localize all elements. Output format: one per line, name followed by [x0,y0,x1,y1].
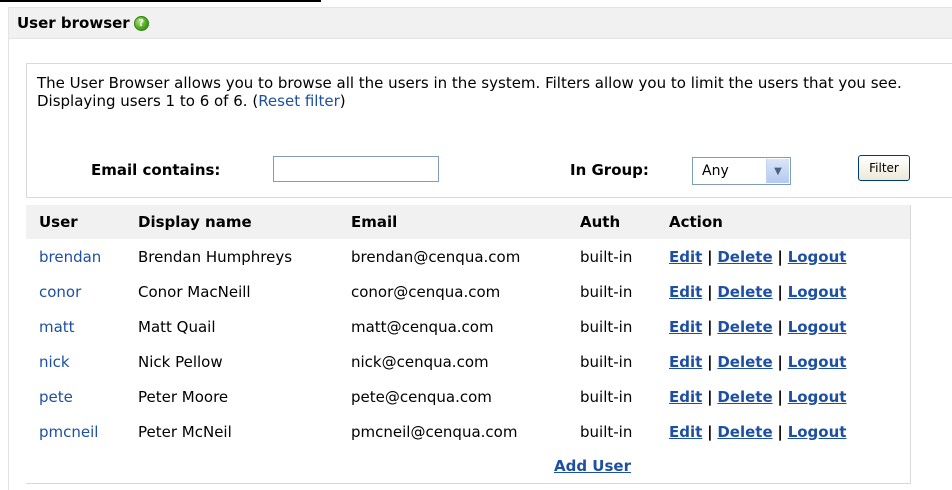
top-rule [0,0,321,2]
auth-cell: built-in [580,317,633,336]
user-link[interactable]: matt [39,318,75,336]
group-select-value: Any [702,163,729,179]
action-separator: | [707,352,713,371]
user-link[interactable]: conor [39,283,81,301]
column-header-action: Action [656,205,910,239]
action-separator: | [777,422,783,441]
chevron-down-icon[interactable]: ▼ [766,159,789,183]
user-link[interactable]: pmcneil [39,423,98,441]
displaying-count: Displaying users 1 to 6 of 6. [37,92,248,110]
table-row: pmcneil Peter McNeil pmcneil@cenqua.com … [26,414,910,449]
description-text: The User Browser allows you to browse al… [37,74,902,92]
users-table-panel: User Display name Email Auth Action bren… [26,205,911,484]
action-cell: Edit | Delete | Logout [656,239,910,274]
edit-link[interactable]: Edit [669,318,702,336]
logout-link[interactable]: Logout [788,283,847,301]
action-separator: | [777,317,783,336]
logout-link[interactable]: Logout [788,423,847,441]
auth-cell: built-in [580,282,633,301]
action-separator: | [777,387,783,406]
table-row: brendan Brendan Humphreys brendan@cenqua… [26,239,910,274]
column-header-display-name: Display name [125,205,338,239]
action-separator: | [707,422,713,441]
action-cell: Edit | Delete | Logout [656,274,910,309]
email-filter-input[interactable] [273,156,439,182]
logout-link[interactable]: Logout [788,353,847,371]
display-name-cell: Conor MacNeill [138,282,251,301]
action-separator: | [777,282,783,301]
displaying-status: Displaying users 1 to 6 of 6. (Reset fil… [37,92,952,110]
users-table: User Display name Email Auth Action bren… [26,205,910,449]
panel-header: User browser ? [9,8,952,39]
auth-cell: built-in [580,247,633,266]
user-browser-panel: User browser ? The User Browser allows y… [8,7,952,490]
email-filter-label: Email contains: [91,161,221,179]
display-name-cell: Matt Quail [138,317,216,336]
edit-link[interactable]: Edit [669,283,702,301]
action-cell: Edit | Delete | Logout [656,309,910,344]
edit-link[interactable]: Edit [669,353,702,371]
column-header-auth: Auth [567,205,656,239]
column-header-email: Email [338,205,567,239]
add-user-link[interactable]: Add User [554,457,631,475]
user-link[interactable]: nick [39,353,70,371]
group-select[interactable]: Any ▼ [692,157,791,185]
page-title: User browser [17,14,130,32]
email-cell: conor@cenqua.com [351,282,501,301]
reset-close-paren: ) [339,92,346,110]
table-row: pete Peter Moore pete@cenqua.com built-i… [26,379,910,414]
delete-link[interactable]: Delete [717,353,772,371]
action-separator: | [777,352,783,371]
column-header-user: User [26,205,125,239]
group-filter-label: In Group: [570,161,649,179]
delete-link[interactable]: Delete [717,283,772,301]
filter-box: The User Browser allows you to browse al… [26,63,952,198]
delete-link[interactable]: Delete [717,318,772,336]
display-name-cell: Peter McNeil [138,422,232,441]
display-name-cell: Nick Pellow [138,352,223,371]
email-cell: matt@cenqua.com [351,317,494,336]
email-cell: nick@cenqua.com [351,352,489,371]
edit-link[interactable]: Edit [669,388,702,406]
table-row: nick Nick Pellow nick@cenqua.com built-i… [26,344,910,379]
table-row: matt Matt Quail matt@cenqua.com built-in… [26,309,910,344]
help-icon[interactable]: ? [133,15,149,31]
auth-cell: built-in [580,387,633,406]
delete-link[interactable]: Delete [717,423,772,441]
logout-link[interactable]: Logout [788,318,847,336]
user-link[interactable]: brendan [39,248,101,266]
display-name-cell: Brendan Humphreys [138,247,293,266]
action-separator: | [707,247,713,266]
logout-link[interactable]: Logout [788,248,847,266]
reset-filter-link[interactable]: Reset filter [258,92,340,110]
action-cell: Edit | Delete | Logout [656,379,910,414]
table-header-row: User Display name Email Auth Action [26,205,910,239]
action-separator: | [707,387,713,406]
email-cell: brendan@cenqua.com [351,247,521,266]
edit-link[interactable]: Edit [669,423,702,441]
user-link[interactable]: pete [39,388,73,406]
action-separator: | [707,282,713,301]
email-cell: pmcneil@cenqua.com [351,422,518,441]
auth-cell: built-in [580,422,633,441]
action-cell: Edit | Delete | Logout [656,414,910,449]
auth-cell: built-in [580,352,633,371]
filter-button[interactable]: Filter [858,155,910,181]
display-name-cell: Peter Moore [138,387,229,406]
edit-link[interactable]: Edit [669,248,702,266]
delete-link[interactable]: Delete [717,248,772,266]
logout-link[interactable]: Logout [788,388,847,406]
email-cell: pete@cenqua.com [351,387,492,406]
action-separator: | [777,247,783,266]
table-row: conor Conor MacNeill conor@cenqua.com bu… [26,274,910,309]
description: The User Browser allows you to browse al… [37,74,952,110]
action-cell: Edit | Delete | Logout [656,344,910,379]
delete-link[interactable]: Delete [717,388,772,406]
action-separator: | [707,317,713,336]
